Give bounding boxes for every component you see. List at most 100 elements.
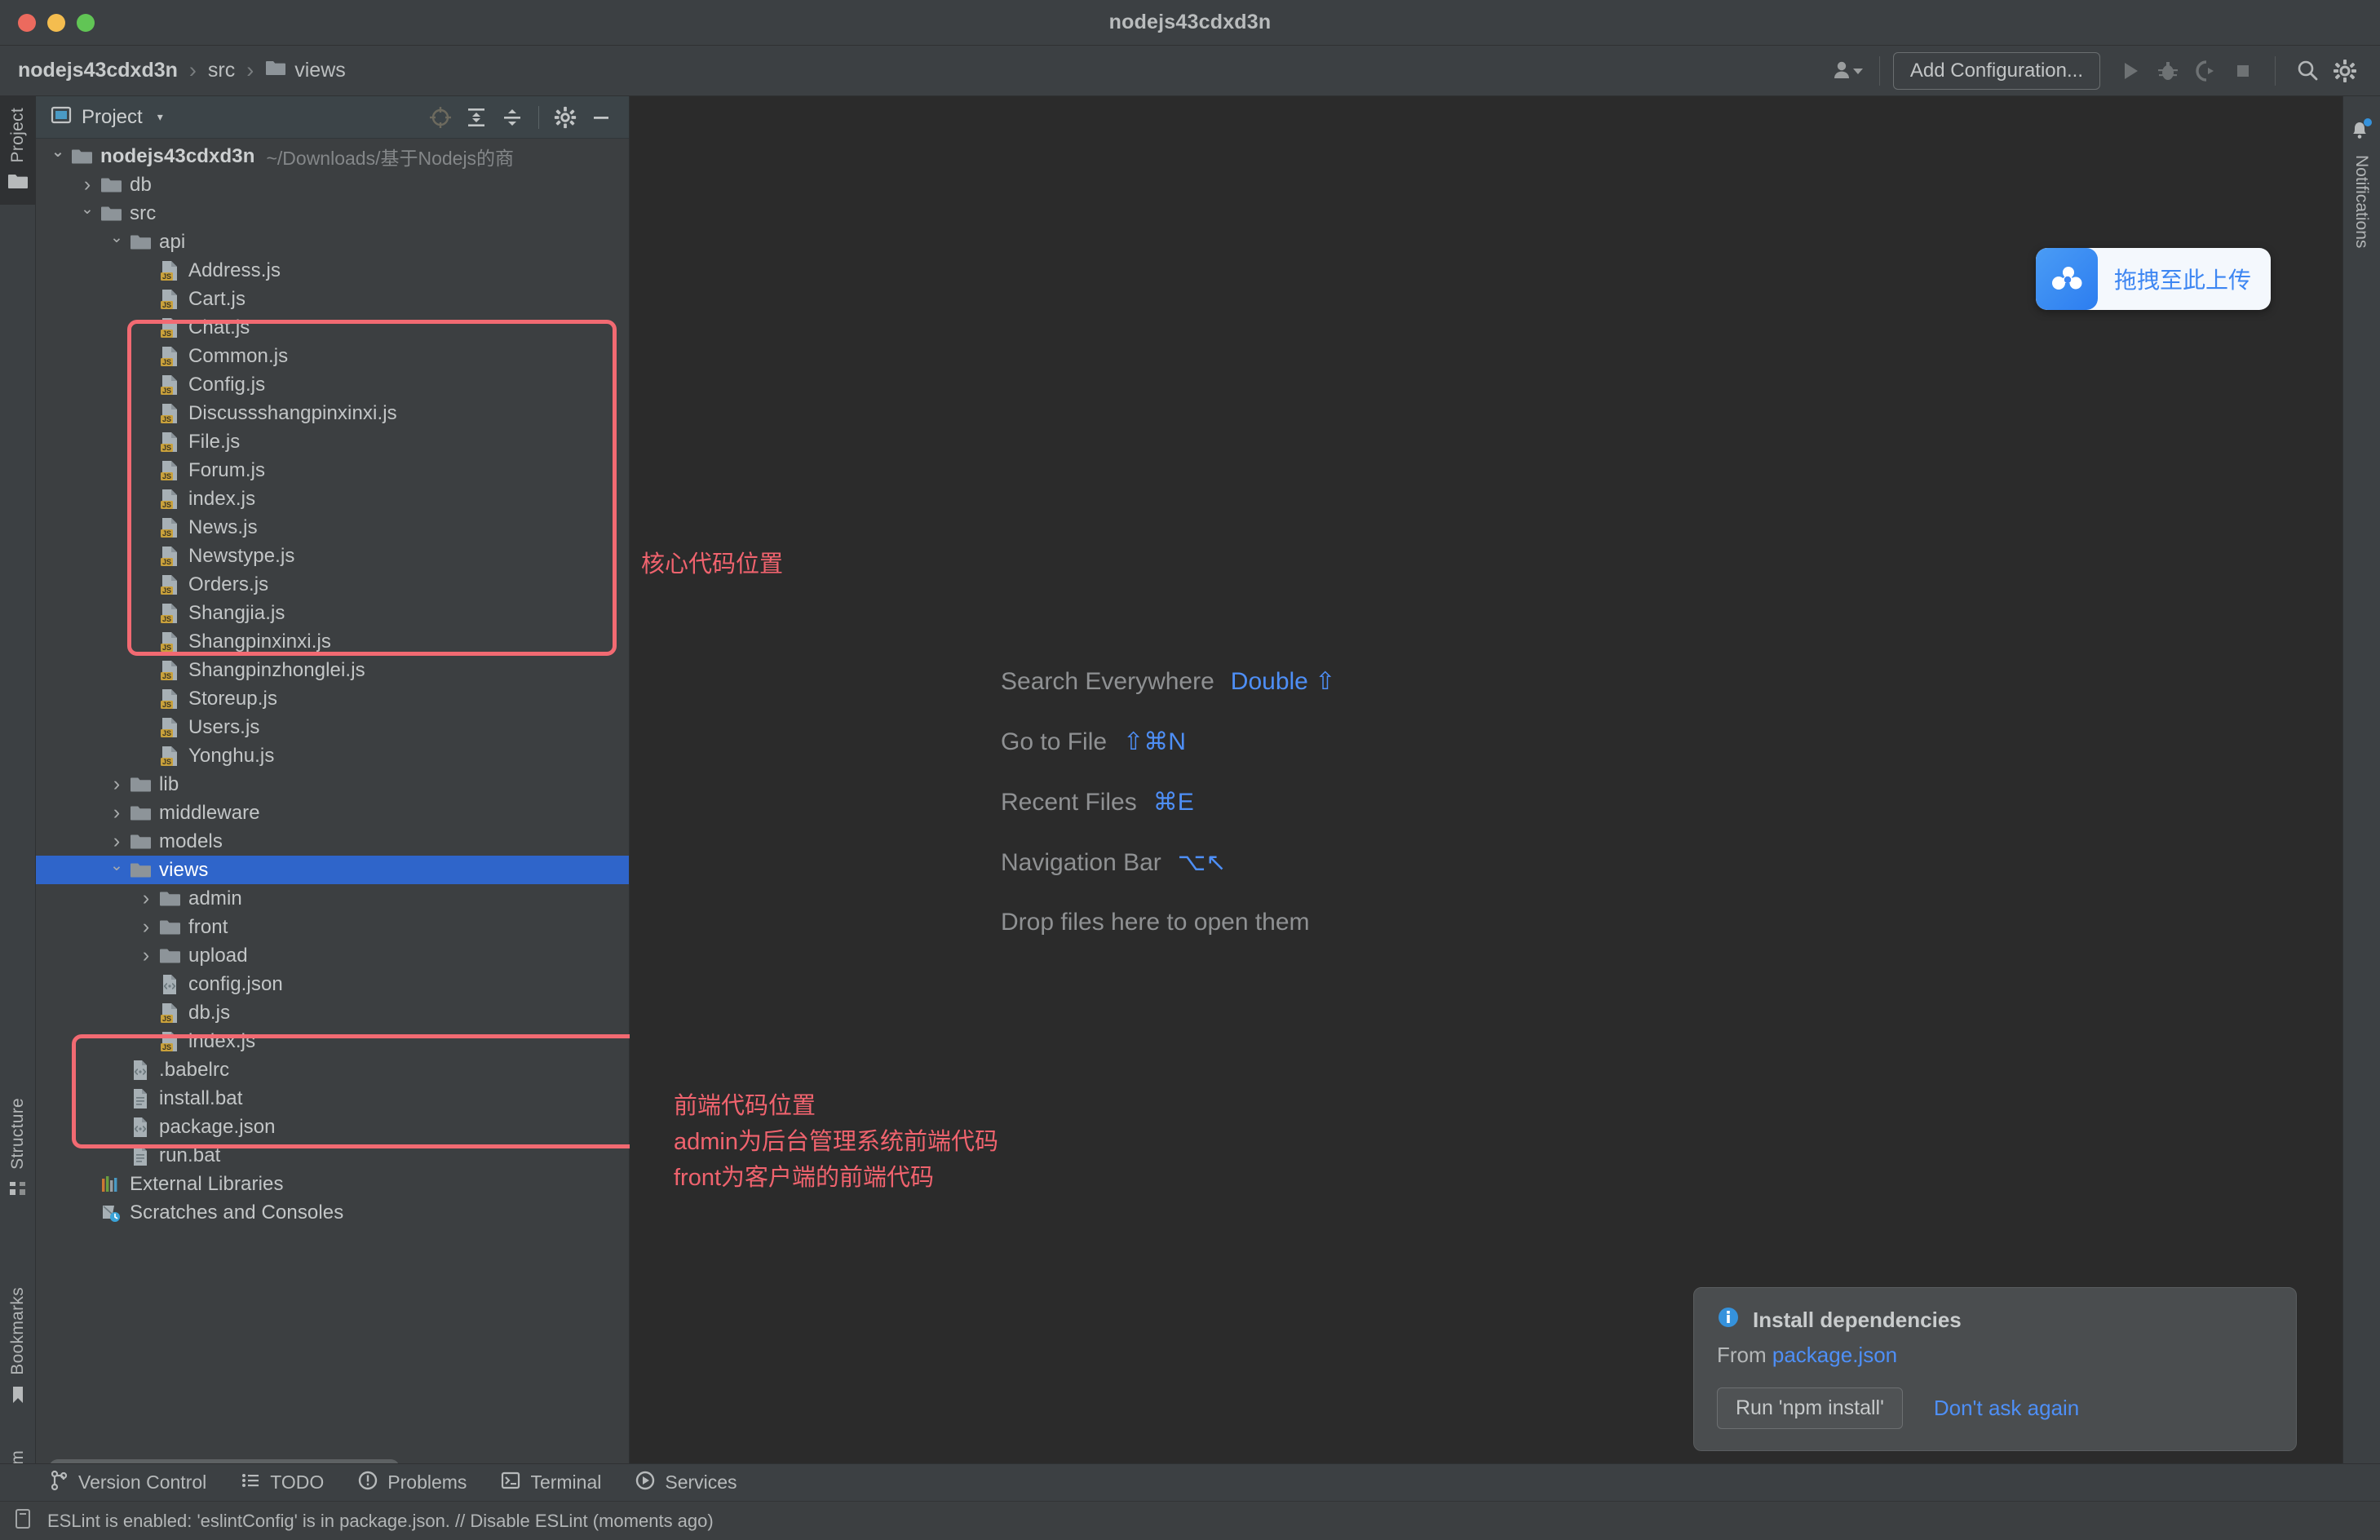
add-configuration-button[interactable]: Add Configuration...	[1892, 51, 2100, 90]
tree-row[interactable]: JS Yonghu.js	[36, 741, 629, 770]
sidebar-item-project[interactable]: Project	[0, 96, 36, 206]
tree-row[interactable]: JS index.js	[36, 1027, 629, 1055]
tool-window-button-services[interactable]: Services	[635, 1471, 737, 1495]
tool-window-button-todo[interactable]: TODO	[241, 1471, 324, 1495]
chevron-right-icon[interactable]: ›	[106, 830, 127, 853]
tree-row[interactable]: ⌄ api	[36, 228, 629, 256]
chevron-down-icon[interactable]: ⌄	[106, 228, 127, 247]
sidebar-item-bookmarks[interactable]: Bookmarks	[0, 1279, 36, 1418]
js-file-icon: JS	[157, 345, 183, 368]
close-button[interactable]	[18, 14, 36, 32]
shortcut-row[interactable]: Recent Files ⌘E	[1001, 788, 1735, 816]
tree-row[interactable]: install.bat	[36, 1084, 629, 1113]
run-npm-install-button[interactable]: Run 'npm install'	[1717, 1387, 1903, 1429]
chevron-right-icon[interactable]: ›	[77, 173, 98, 197]
tree-row[interactable]: JS Config.js	[36, 370, 629, 399]
stop-icon[interactable]	[2224, 52, 2262, 90]
run-with-coverage-icon[interactable]	[2187, 52, 2224, 90]
eslint-status-icon[interactable]	[13, 1507, 34, 1534]
tree-row[interactable]: › middleware	[36, 799, 629, 827]
package-json-link[interactable]: package.json	[1772, 1343, 1897, 1367]
tree-row[interactable]: External Libraries	[36, 1170, 629, 1198]
tree-row[interactable]: JS File.js	[36, 427, 629, 456]
chevron-right-icon[interactable]: ›	[135, 887, 157, 910]
dont-ask-again-link[interactable]: Don't ask again	[1934, 1396, 2079, 1421]
project-tool-window: Project ▾ ⌄ nodejs43cdxd3n ~/Downloads/基…	[36, 96, 653, 1487]
select-opened-file-icon[interactable]	[424, 101, 457, 134]
breadcrumb-item-src[interactable]: src	[208, 59, 235, 82]
tool-window-button-terminal[interactable]: Terminal	[501, 1471, 601, 1495]
tree-row[interactable]: › lib	[36, 770, 629, 799]
tree-row[interactable]: ⌄ nodejs43cdxd3n ~/Downloads/基于Nodejs的商	[36, 142, 629, 170]
tree-row[interactable]: › upload	[36, 941, 629, 970]
gear-icon[interactable]	[549, 101, 582, 134]
tree-row[interactable]: JS Cart.js	[36, 285, 629, 313]
tree-row[interactable]: JS Address.js	[36, 256, 629, 285]
zoom-button[interactable]	[77, 14, 95, 32]
shortcut-row[interactable]: Go to File ⇧⌘N	[1001, 728, 1735, 756]
json-file-icon	[127, 1059, 153, 1082]
tree-row[interactable]: JS Users.js	[36, 713, 629, 741]
tree-row[interactable]: JS Discussshangpinxinxi.js	[36, 399, 629, 427]
hide-icon[interactable]	[585, 101, 617, 134]
chevron-right-icon[interactable]: ›	[135, 915, 157, 939]
chevron-down-icon[interactable]: ⌄	[106, 856, 127, 875]
js-file-icon: JS	[157, 716, 183, 739]
tree-row[interactable]: JS db.js	[36, 998, 629, 1027]
tree-row-label: run.bat	[159, 1144, 221, 1166]
collapse-all-icon[interactable]	[496, 101, 529, 134]
sidebar-item-notifications[interactable]: Notifications	[2342, 108, 2380, 248]
chevron-right-icon[interactable]: ›	[135, 944, 157, 967]
tree-row[interactable]: JS Orders.js	[36, 570, 629, 599]
run-icon[interactable]	[2112, 52, 2149, 90]
chevron-right-icon[interactable]: ›	[106, 772, 127, 796]
window-controls[interactable]	[18, 14, 95, 32]
chevron-down-icon[interactable]: ⌄	[77, 200, 98, 219]
tree-row[interactable]: JS Shangpinzhonglei.js	[36, 656, 629, 684]
debug-icon[interactable]	[2149, 52, 2187, 90]
tree-row[interactable]: Scratches and Consoles	[36, 1198, 629, 1227]
tree-row[interactable]: config.json	[36, 970, 629, 998]
tree-row[interactable]: run.bat	[36, 1141, 629, 1170]
sidebar-item-structure[interactable]: Structure	[0, 1090, 36, 1210]
tree-row[interactable]: JS Forum.js	[36, 456, 629, 485]
tree-row[interactable]: JS Newstype.js	[36, 542, 629, 570]
upload-widget[interactable]: 拖拽至此上传	[2035, 248, 2271, 310]
tree-row[interactable]: ⌄ src	[36, 199, 629, 228]
install-dependencies-balloon[interactable]: Install dependencies From package.json R…	[1693, 1287, 2297, 1451]
tree-row[interactable]: › models	[36, 827, 629, 856]
tree-row[interactable]: JS News.js	[36, 513, 629, 542]
chevron-right-icon[interactable]: ›	[106, 801, 127, 825]
tree-row[interactable]: JS Shangpinxinxi.js	[36, 627, 629, 656]
tree-row[interactable]: JS index.js	[36, 485, 629, 513]
expand-all-icon[interactable]	[460, 101, 493, 134]
tree-row[interactable]: ⌄ views	[36, 856, 629, 884]
tree-row[interactable]: › db	[36, 170, 629, 199]
shortcut-row[interactable]: Search Everywhere Double ⇧	[1001, 667, 1735, 696]
tree-row[interactable]: › front	[36, 913, 629, 941]
gear-icon[interactable]	[2326, 52, 2364, 90]
project-file-tree[interactable]: ⌄ nodejs43cdxd3n ~/Downloads/基于Nodejs的商 › db…	[36, 139, 629, 1449]
tree-row[interactable]: JS Storeup.js	[36, 684, 629, 713]
tree-row[interactable]: JS Shangjia.js	[36, 599, 629, 627]
tree-row[interactable]: JS Common.js	[36, 342, 629, 370]
chevron-down-icon[interactable]: ⌄	[47, 143, 69, 162]
tool-window-button-version-control[interactable]: Version Control	[49, 1470, 206, 1496]
user-dropdown-icon[interactable]	[1829, 52, 1866, 90]
tree-row[interactable]: package.json	[36, 1113, 629, 1141]
tree-row[interactable]: › admin	[36, 884, 629, 913]
tree-row[interactable]: .babelrc	[36, 1055, 629, 1084]
chevron-down-icon[interactable]: ▾	[157, 110, 163, 124]
tool-window-button-problems[interactable]: Problems	[358, 1471, 467, 1495]
breadcrumb-item-project[interactable]: nodejs43cdxd3n	[18, 59, 178, 82]
shortcut-row[interactable]: Navigation Bar ⌥↖	[1001, 848, 1735, 877]
editor-empty-area[interactable]: 拖拽至此上传 核心代码位置 前端代码位置 admin为后台管理系统前端代码 fr…	[630, 96, 2342, 1487]
tree-row[interactable]: JS Chat.js	[36, 313, 629, 342]
tree-row-label: db.js	[188, 1001, 231, 1024]
search-icon[interactable]	[2289, 52, 2326, 90]
breadcrumb-item-views[interactable]: views	[265, 59, 346, 82]
minimize-button[interactable]	[47, 14, 65, 32]
